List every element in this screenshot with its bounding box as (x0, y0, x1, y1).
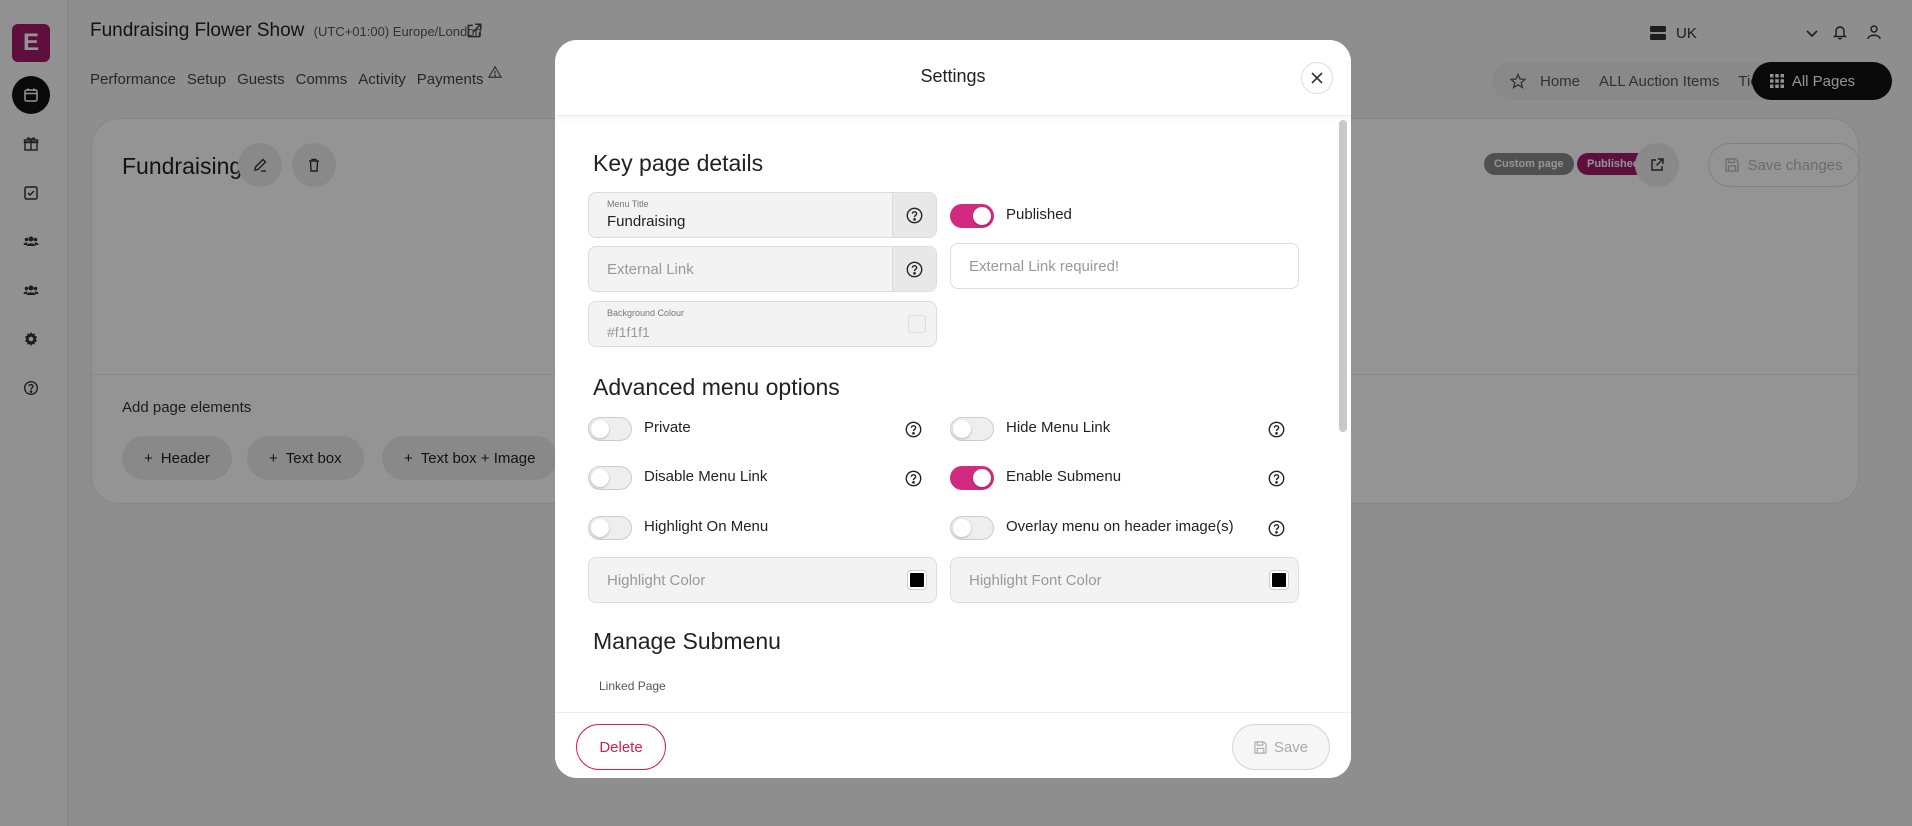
toggle-knob (953, 420, 971, 438)
menu-title-help[interactable] (892, 193, 936, 237)
external-link-help[interactable] (892, 247, 936, 291)
highlight-color-placeholder: Highlight Color (607, 572, 706, 589)
menu-title-value: Fundraising (607, 213, 686, 230)
published-toggle[interactable] (950, 204, 994, 228)
toggle-knob (591, 420, 609, 438)
toggle-knob (591, 469, 609, 487)
modal-body: Key page details Menu Title Fundraising … (555, 116, 1351, 712)
overlay-menu-label: Overlay menu on header image(s) (1006, 518, 1234, 535)
delete-button[interactable]: Delete (576, 724, 666, 770)
toggle-knob (973, 207, 991, 225)
bg-colour-label: Background Colour (607, 308, 685, 318)
close-modal-button[interactable] (1301, 62, 1333, 94)
bg-colour-swatch[interactable] (908, 315, 926, 333)
disable-menu-link-toggle[interactable] (588, 466, 632, 490)
modal-footer: Delete Save (555, 712, 1351, 778)
help-icon (906, 207, 923, 223)
modal-title: Settings (920, 66, 986, 86)
save-button[interactable]: Save (1232, 724, 1330, 770)
external-link-field[interactable]: External Link (588, 246, 937, 292)
private-help-icon[interactable] (905, 421, 922, 438)
hide-menu-link-toggle[interactable] (950, 417, 994, 441)
help-icon (906, 261, 923, 277)
menu-title-label: Menu Title (607, 199, 649, 209)
disable-menu-link-help-icon[interactable] (905, 470, 922, 487)
highlight-on-menu-label: Highlight On Menu (644, 518, 769, 535)
enable-submenu-label: Enable Submenu (1006, 468, 1122, 485)
highlight-font-color-field[interactable]: Highlight Font Color (950, 557, 1299, 603)
private-label: Private (644, 419, 691, 436)
bg-colour-value: #f1f1f1 (607, 324, 650, 340)
published-label: Published (1006, 206, 1072, 223)
settings-modal: Settings Key page details Menu Title Fun… (555, 40, 1351, 778)
hide-menu-link-help-icon[interactable] (1268, 421, 1285, 438)
external-link-placeholder: External Link (607, 261, 694, 278)
enable-submenu-toggle[interactable] (950, 466, 994, 490)
highlight-color-field[interactable]: Highlight Color (588, 557, 937, 603)
modal-scrollbar[interactable] (1339, 120, 1347, 432)
external-link-required-text: External Link required! (969, 258, 1120, 275)
modal-header: Settings (555, 40, 1351, 116)
overlay-menu-toggle[interactable] (950, 516, 994, 540)
toggle-knob (591, 519, 609, 537)
highlight-font-color-placeholder: Highlight Font Color (969, 572, 1102, 589)
advanced-heading: Advanced menu options (593, 374, 840, 400)
disable-menu-link-label: Disable Menu Link (644, 468, 768, 485)
hide-menu-link-label: Hide Menu Link (1006, 419, 1111, 436)
toggle-knob (973, 469, 991, 487)
save-label: Save (1273, 738, 1309, 756)
key-details-heading: Key page details (593, 150, 764, 176)
external-link-required-field[interactable]: External Link required! (950, 243, 1299, 289)
highlight-font-color-swatch[interactable] (1270, 571, 1288, 589)
highlight-color-swatch[interactable] (908, 571, 926, 589)
manage-submenu-heading: Manage Submenu (593, 628, 781, 654)
enable-submenu-help-icon[interactable] (1268, 470, 1285, 487)
private-toggle[interactable] (588, 417, 632, 441)
menu-title-field[interactable]: Menu Title Fundraising (588, 192, 937, 238)
background-colour-field[interactable]: Background Colour #f1f1f1 (588, 301, 937, 347)
toggle-knob (953, 519, 971, 537)
save-icon (1254, 740, 1267, 754)
close-icon (1311, 72, 1323, 84)
overlay-menu-help-icon[interactable] (1268, 520, 1285, 537)
linked-page-label: Linked Page (599, 679, 666, 693)
highlight-on-menu-toggle[interactable] (588, 516, 632, 540)
